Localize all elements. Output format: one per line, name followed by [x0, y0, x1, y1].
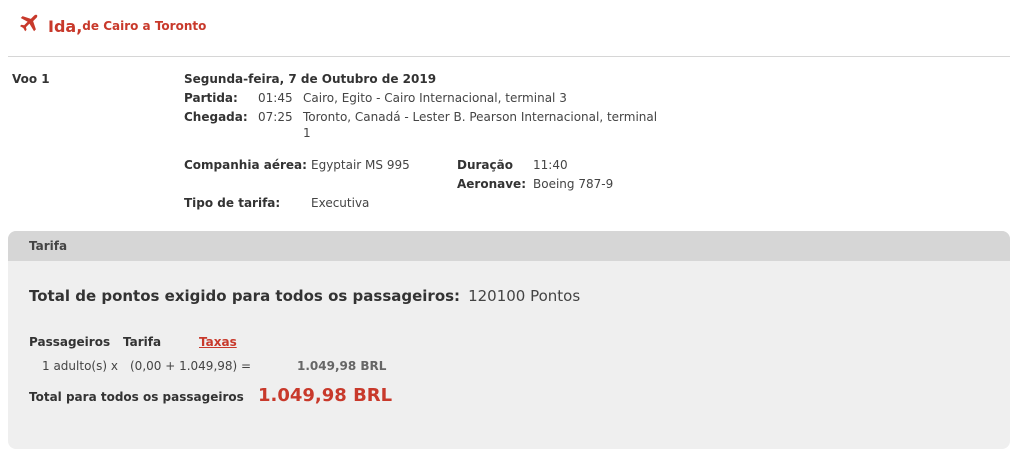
- arrival-label: Chegada:: [184, 110, 248, 124]
- arrival-place-cont: 1: [303, 126, 311, 140]
- flight-label: Voo 1: [12, 72, 50, 86]
- divider: [8, 56, 1010, 57]
- fare-type-value: Executiva: [311, 196, 370, 210]
- col-passengers: Passageiros: [29, 335, 111, 349]
- total-amount: 1.049,98 BRL: [258, 385, 393, 406]
- airline-value: Egyptair MS 995: [311, 158, 410, 172]
- trip-header: Ida, de Cairo a Toronto: [18, 6, 206, 46]
- flight-date: Segunda-feira, 7 de Outubro de 2019: [184, 72, 437, 86]
- aircraft-value: Boeing 787-9: [533, 177, 614, 191]
- airplane-icon: [20, 14, 38, 32]
- trip-route: de Cairo a Toronto: [82, 19, 207, 33]
- taxas-link[interactable]: Taxas: [199, 335, 237, 349]
- row-calc: (0,00 + 1.049,98) =: [130, 359, 252, 373]
- total-points-value: 120100 Pontos: [468, 287, 581, 305]
- total-points: Total de pontos exigido para todos os pa…: [29, 287, 580, 305]
- row-pax: 1 adulto(s) x: [42, 359, 118, 373]
- duration-value: 11:40: [533, 158, 568, 172]
- aircraft-label: Aeronave:: [457, 177, 526, 191]
- row-amount: 1.049,98 BRL: [297, 359, 387, 373]
- col-tarifa: Tarifa: [123, 335, 162, 349]
- arrival-time: 07:25: [258, 110, 293, 124]
- trip-title: Ida,: [48, 16, 83, 36]
- fare-type-label: Tipo de tarifa:: [184, 196, 281, 210]
- total-label: Total para todos os passageiros: [29, 390, 244, 404]
- departure-place: Cairo, Egito - Cairo Internacional, term…: [303, 91, 567, 105]
- airline-label: Companhia aérea:: [184, 158, 307, 172]
- arrival-place: Toronto, Canadá - Lester B. Pearson Inte…: [303, 110, 658, 124]
- tarifa-panel: Tarifa Total de pontos exigido para todo…: [8, 231, 1010, 449]
- departure-label: Partida:: [184, 91, 238, 105]
- tarifa-header: Tarifa: [8, 231, 1010, 261]
- total-points-label: Total de pontos exigido para todos os pa…: [29, 287, 461, 305]
- departure-time: 01:45: [258, 91, 293, 105]
- duration-label: Duração: [457, 158, 513, 172]
